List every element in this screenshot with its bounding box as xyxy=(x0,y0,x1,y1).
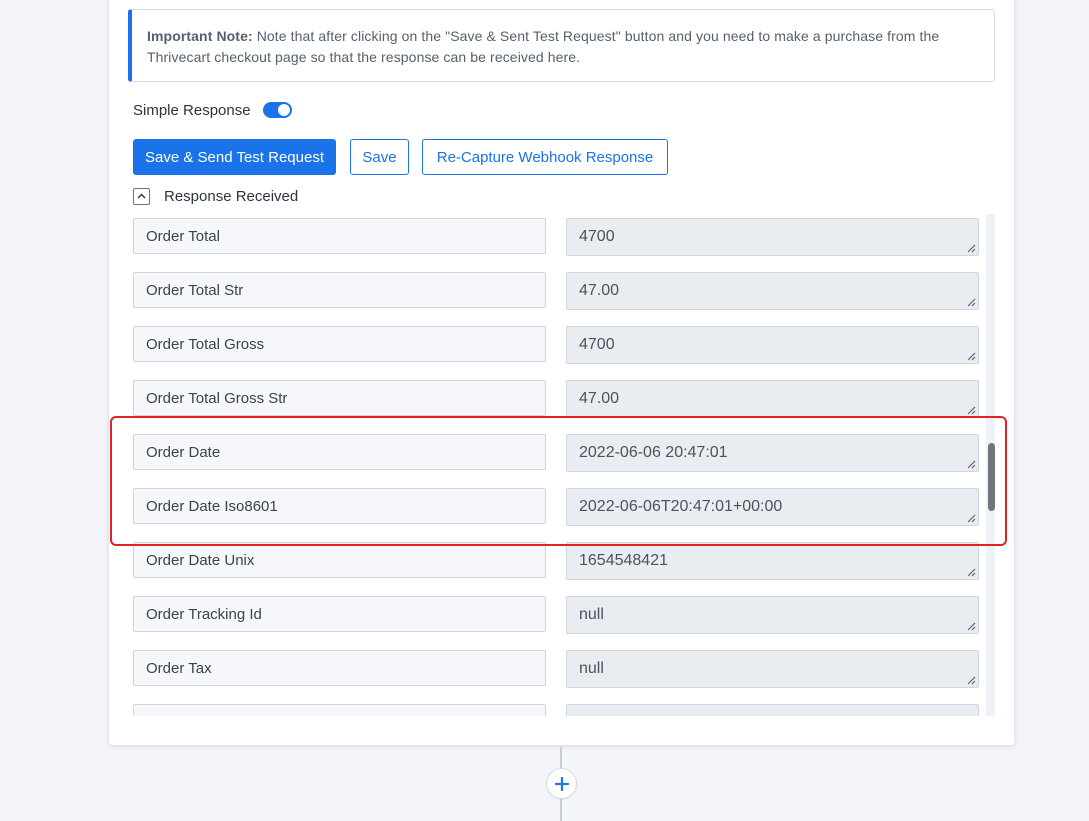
resize-grip-icon[interactable] xyxy=(966,351,976,361)
field-key: Order Tax xyxy=(133,650,546,686)
simple-response-row: Simple Response xyxy=(133,98,292,122)
save-send-test-request-button[interactable]: Save & Send Test Request xyxy=(133,139,336,175)
response-received-header: Response Received xyxy=(133,186,298,206)
note-text: Note that after clicking on the "Save & … xyxy=(147,28,940,65)
field-value-text: 1654548421 xyxy=(579,552,668,569)
field-value[interactable]: 1654548421 xyxy=(566,542,979,580)
field-key: Order Tracking Id xyxy=(133,596,546,632)
field-key: Order Total Gross Str xyxy=(133,380,546,416)
resize-grip-icon[interactable] xyxy=(966,675,976,685)
field-key xyxy=(133,704,546,716)
field-value-text: 4700 xyxy=(579,336,615,353)
field-row: Order Total Gross 4700 xyxy=(133,322,985,364)
field-value[interactable]: 47.00 xyxy=(566,272,979,310)
annotation-highlight-box xyxy=(110,416,1007,546)
field-value-text: 47.00 xyxy=(579,282,620,299)
important-note: Important Note: Note that after clicking… xyxy=(128,9,995,82)
simple-response-label: Simple Response xyxy=(133,101,251,119)
field-row: Order Total 4700 xyxy=(133,214,985,256)
resize-grip-icon[interactable] xyxy=(966,567,976,577)
field-key: Order Total xyxy=(133,218,546,254)
recapture-webhook-response-button[interactable]: Re-Capture Webhook Response xyxy=(422,139,668,175)
field-key: Order Total Str xyxy=(133,272,546,308)
field-key: Order Date Unix xyxy=(133,542,546,578)
field-key: Order Total Gross xyxy=(133,326,546,362)
chevron-up-icon[interactable] xyxy=(133,187,150,205)
field-value[interactable]: 4700 xyxy=(566,326,979,364)
field-row: Order Total Str 47.00 xyxy=(133,268,985,310)
field-value[interactable]: 4700 xyxy=(566,218,979,256)
field-row: Order Tax null xyxy=(133,646,985,688)
note-label: Important Note: xyxy=(147,28,253,44)
field-value-text: 4700 xyxy=(579,228,615,245)
resize-grip-icon[interactable] xyxy=(966,405,976,415)
toggle-knob xyxy=(277,104,290,116)
plus-icon xyxy=(554,776,569,791)
resize-grip-icon[interactable] xyxy=(966,243,976,253)
add-step-button[interactable] xyxy=(546,768,577,799)
simple-response-toggle[interactable] xyxy=(262,102,292,118)
field-value[interactable]: 47.00 xyxy=(566,380,979,418)
field-row xyxy=(133,700,985,716)
resize-grip-icon[interactable] xyxy=(966,297,976,307)
resize-grip-icon[interactable] xyxy=(966,621,976,631)
field-row: Order Total Gross Str 47.00 xyxy=(133,376,985,418)
field-value[interactable]: null xyxy=(566,650,979,688)
field-value[interactable] xyxy=(566,704,979,716)
field-value-text: null xyxy=(579,606,604,623)
save-button[interactable]: Save xyxy=(350,139,409,175)
field-value[interactable]: null xyxy=(566,596,979,634)
field-row: Order Tracking Id null xyxy=(133,592,985,634)
field-value-text: 47.00 xyxy=(579,390,620,407)
response-received-label: Response Received xyxy=(164,187,299,205)
field-value-text: null xyxy=(579,660,604,677)
